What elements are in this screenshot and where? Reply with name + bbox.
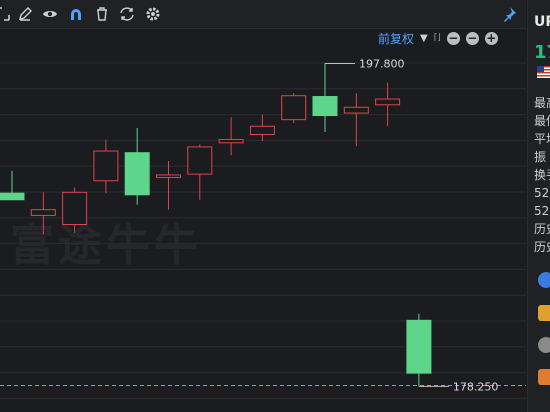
chart-mode-controls: 前复权 ▼ ⌈⌋ − − + [378, 30, 524, 46]
last-price: 17 [534, 42, 550, 63]
chart-canvas: 197.800 178.250 [0, 58, 526, 399]
symbol-label: UP [534, 14, 550, 30]
us-flag-icon [537, 66, 550, 78]
candle-body [218, 138, 244, 144]
stat-label: 52周 [534, 204, 550, 218]
quote-side-panel: UP 17 最高 最低 平均 振 换手 52周 52周 历史 历史 [527, 0, 550, 412]
candle-body [406, 319, 432, 374]
info-icon[interactable] [538, 337, 550, 353]
adjust-mode-dropdown[interactable]: 前复权 [378, 30, 414, 47]
calendar-icon[interactable] [538, 369, 550, 385]
stat-label: 历史 [534, 222, 550, 236]
candle-body [281, 95, 307, 121]
pin-icon[interactable] [500, 5, 518, 23]
stat-label: 换手 [534, 168, 550, 182]
stat-label: 52周 [534, 186, 550, 200]
chart-toolbar [0, 0, 526, 29]
stat-label: 最低 [534, 114, 550, 128]
candle-body [312, 96, 338, 117]
candlestick-chart[interactable]: 富途牛牛 197.800 178.250 [0, 29, 526, 412]
candle-body [343, 106, 369, 114]
candle-body [93, 150, 119, 182]
stat-label: 振 [534, 150, 547, 164]
annotation-label: 178.250 [453, 380, 499, 393]
stat-label: 最高 [534, 96, 550, 110]
candle-body [62, 191, 88, 226]
zoom-in-icon[interactable]: + [484, 31, 498, 45]
eye-icon[interactable] [41, 5, 59, 23]
expand-icon[interactable] [0, 5, 12, 23]
ruler-icon[interactable]: ⌈⌋ [434, 33, 441, 43]
trash-icon[interactable] [93, 5, 111, 23]
gear-icon[interactable] [144, 5, 162, 23]
candle-body [30, 209, 56, 216]
annotation-label: 197.800 [359, 58, 405, 71]
zoom-out-icon[interactable]: − [446, 31, 460, 45]
candle-body [249, 125, 275, 136]
magnet-icon[interactable] [67, 5, 85, 23]
dollar-icon[interactable] [538, 272, 550, 288]
candle-body [156, 174, 181, 178]
pencil-icon[interactable] [16, 5, 34, 23]
candle-body [375, 98, 401, 106]
chart-icon[interactable] [538, 305, 550, 321]
candle-body [187, 146, 213, 175]
collapse-icon[interactable]: − [465, 31, 479, 45]
stat-label: 平均 [534, 132, 550, 146]
stat-label: 历史 [534, 240, 550, 254]
candle-body [0, 192, 25, 201]
candle-body [124, 152, 150, 196]
chevron-down-icon[interactable]: ▼ [420, 33, 428, 44]
sync-icon[interactable] [118, 5, 136, 23]
